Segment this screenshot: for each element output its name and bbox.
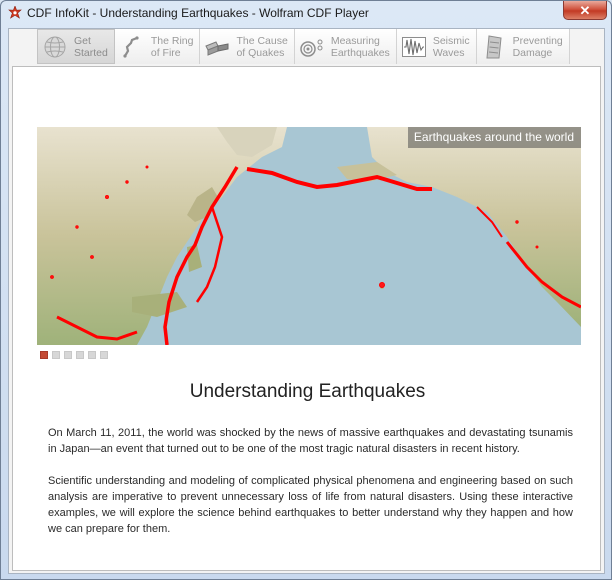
pager-dot[interactable] (88, 351, 96, 359)
body-paragraph: Scientific understanding and modeling of… (48, 475, 573, 535)
globe-icon (44, 36, 66, 57)
tab-label: The Cause of Quakes (236, 34, 288, 59)
intro-paragraph: On March 11, 2011, the world was shocked… (48, 427, 573, 455)
cdf-player-icon (8, 6, 22, 19)
page-title: Understanding Earthquakes (189, 381, 426, 402)
tab-preventing-damage[interactable]: Preventing Damage (476, 29, 570, 64)
pager-dot[interactable] (64, 351, 72, 359)
building-icon (486, 34, 502, 58)
slide-pager (40, 351, 108, 359)
tab-seismic-waves[interactable]: Seismic Waves (396, 29, 477, 64)
wave-icon (401, 36, 426, 57)
tab-bar: Get Started The Ring of Fire The Cause o… (37, 29, 570, 64)
seismometer-icon (300, 39, 323, 57)
tab-measuring-earthquakes[interactable]: Measuring Earthquakes (294, 29, 397, 64)
tab-get-started[interactable]: Get Started (37, 29, 115, 64)
ring-of-fire-icon (123, 35, 139, 58)
app-window: CDF InfoKit - Understanding Earthquakes … (0, 0, 612, 580)
earthquake-map: Earthquakes around the world (37, 127, 581, 345)
tab-label: The Ring of Fire (150, 34, 194, 59)
close-button[interactable]: ✕ (563, 1, 607, 20)
tab-ring-of-fire[interactable]: The Ring of Fire (114, 29, 201, 64)
tab-label: Seismic Waves (432, 34, 470, 59)
title-bar[interactable]: CDF InfoKit - Understanding Earthquakes … (1, 1, 611, 25)
pager-dot[interactable] (76, 351, 84, 359)
tab-label: Preventing Damage (512, 34, 563, 59)
fault-block-icon (205, 40, 229, 56)
pager-dot[interactable] (100, 351, 108, 359)
close-icon: ✕ (579, 2, 591, 18)
pager-dot[interactable] (40, 351, 48, 359)
window-title: CDF InfoKit - Understanding Earthquakes … (27, 6, 369, 20)
tab-label: Measuring Earthquakes (330, 34, 390, 59)
client-area: Get Started The Ring of Fire The Cause o… (8, 28, 605, 574)
content-panel: Earthquakes around the world Understandi… (12, 66, 601, 571)
map-caption: Earthquakes around the world (407, 127, 581, 148)
tab-cause-of-quakes[interactable]: The Cause of Quakes (200, 29, 295, 64)
pager-dot[interactable] (52, 351, 60, 359)
world-map-image (37, 127, 581, 345)
tab-label: Get Started (74, 34, 108, 59)
